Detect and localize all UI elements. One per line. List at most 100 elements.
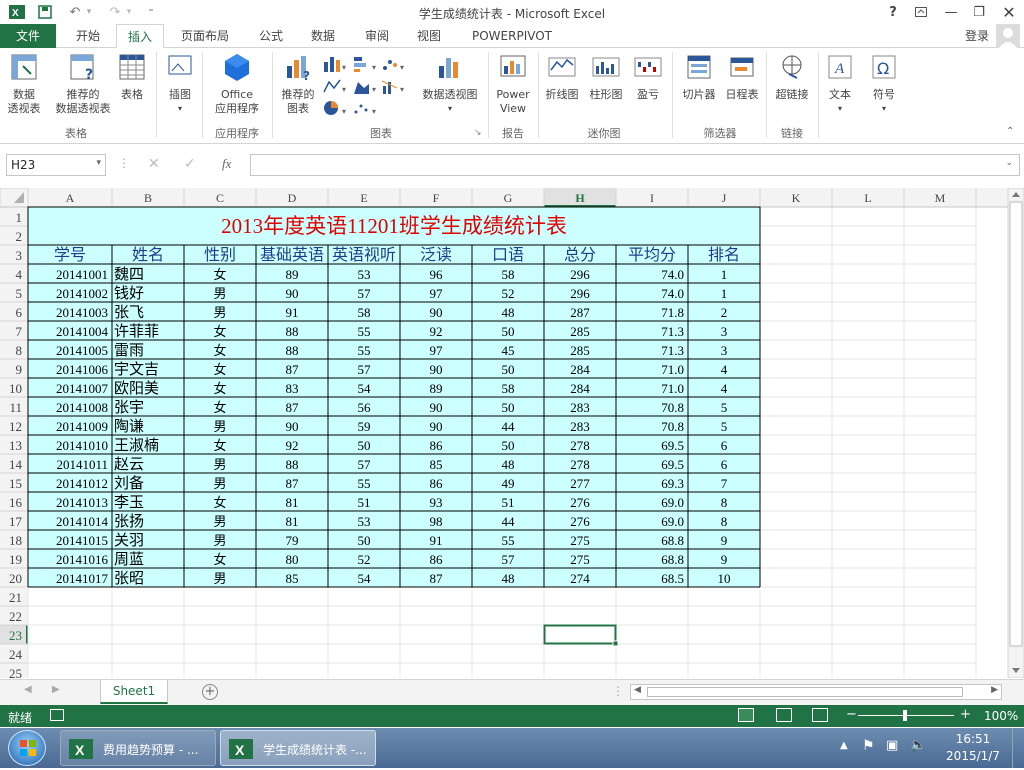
- row-header-18[interactable]: 18: [9, 533, 22, 548]
- table-cell[interactable]: 51: [502, 495, 515, 510]
- table-cell[interactable]: 56: [358, 400, 372, 415]
- table-cell[interactable]: 90: [430, 305, 443, 320]
- row-header-7[interactable]: 7: [16, 324, 23, 339]
- recommended-pivot-button[interactable]: ? 推荐的 数据透视表: [54, 52, 112, 116]
- table-cell[interactable]: 55: [358, 343, 371, 358]
- scroll-right-icon[interactable]: ▶: [991, 685, 998, 695]
- table-header-cell[interactable]: 学号: [54, 246, 86, 264]
- table-cell[interactable]: 欧阳美: [114, 380, 159, 397]
- row-header-3[interactable]: 3: [16, 248, 23, 263]
- normal-view-icon[interactable]: [738, 708, 754, 722]
- table-cell[interactable]: 278: [570, 457, 590, 472]
- table-header-cell[interactable]: 姓名: [132, 246, 164, 264]
- table-cell[interactable]: 3: [721, 343, 728, 358]
- table-cell[interactable]: 男: [213, 286, 226, 301]
- table-cell[interactable]: 49: [502, 476, 515, 491]
- table-cell[interactable]: 86: [430, 552, 444, 567]
- table-cell[interactable]: 6: [721, 438, 728, 453]
- table-cell[interactable]: 88: [286, 343, 299, 358]
- table-cell[interactable]: 97: [430, 343, 444, 358]
- row-header-25[interactable]: 25: [9, 666, 22, 678]
- table-cell[interactable]: 70.8: [661, 400, 684, 415]
- table-cell[interactable]: 20141010: [56, 438, 108, 453]
- table-cell[interactable]: 20141017: [56, 571, 109, 586]
- table-cell[interactable]: 70.8: [661, 419, 684, 434]
- area-chart-icon[interactable]: ▾: [352, 76, 380, 96]
- table-cell[interactable]: 女: [213, 324, 226, 339]
- table-cell[interactable]: 89: [286, 267, 299, 282]
- zoom-slider-thumb[interactable]: [903, 710, 907, 721]
- table-cell[interactable]: 275: [570, 552, 590, 567]
- row-header-19[interactable]: 19: [9, 552, 22, 567]
- table-cell[interactable]: 74.0: [661, 286, 684, 301]
- table-cell[interactable]: 69.5: [661, 457, 684, 472]
- table-cell[interactable]: 296: [570, 267, 590, 282]
- illustrations-button[interactable]: 插图 ▾: [162, 52, 198, 116]
- scroll-sheets-right-icon[interactable]: ▶: [52, 684, 60, 695]
- table-cell[interactable]: 90: [430, 419, 443, 434]
- minimize-button[interactable]: —: [938, 2, 964, 22]
- taskbar-item-budget[interactable]: X 费用趋势预算 - ...: [60, 730, 216, 766]
- table-cell[interactable]: 张扬: [114, 513, 144, 530]
- fill-handle[interactable]: [612, 640, 619, 647]
- table-cell[interactable]: 90: [286, 286, 299, 301]
- table-cell[interactable]: 52: [502, 286, 515, 301]
- table-cell[interactable]: 88: [286, 324, 299, 339]
- table-cell[interactable]: 50: [358, 438, 371, 453]
- tab-split-grip-icon[interactable]: ⋮: [612, 684, 624, 698]
- table-cell[interactable]: 93: [430, 495, 443, 510]
- login-link[interactable]: 登录: [962, 24, 992, 48]
- volume-icon[interactable]: 🔈: [910, 738, 926, 753]
- vertical-scroll-thumb[interactable]: [1009, 201, 1023, 647]
- table-cell[interactable]: 71.8: [661, 305, 684, 320]
- table-cell[interactable]: 20141003: [56, 305, 108, 320]
- pivot-chart-button[interactable]: 数据透视图 ▾: [418, 52, 482, 116]
- table-cell[interactable]: 284: [570, 362, 590, 377]
- tab-data[interactable]: 数据: [300, 24, 346, 48]
- ribbon-display-options-icon[interactable]: [908, 2, 934, 22]
- recommended-charts-button[interactable]: ? 推荐的 图表: [276, 52, 320, 116]
- table-cell[interactable]: 50: [502, 400, 515, 415]
- table-cell[interactable]: 90: [430, 362, 443, 377]
- row-header-10[interactable]: 10: [9, 381, 22, 396]
- table-cell[interactable]: 57: [502, 552, 516, 567]
- column-chart-icon[interactable]: ▾: [322, 54, 350, 74]
- table-cell[interactable]: 54: [358, 571, 372, 586]
- table-cell[interactable]: 79: [286, 533, 299, 548]
- restore-button[interactable]: ❐: [966, 2, 992, 22]
- column-header-i[interactable]: I: [650, 191, 654, 205]
- table-cell[interactable]: 20141001: [56, 267, 108, 282]
- table-cell[interactable]: 83: [286, 381, 299, 396]
- table-cell[interactable]: 1: [721, 267, 728, 282]
- row-header-21[interactable]: 21: [9, 590, 22, 605]
- table-cell[interactable]: 53: [358, 267, 371, 282]
- table-button[interactable]: 表格: [116, 52, 148, 102]
- table-cell[interactable]: 女: [213, 438, 226, 453]
- table-cell[interactable]: 刘备: [114, 475, 144, 492]
- scroll-left-icon[interactable]: ◀: [634, 685, 641, 695]
- column-header-j[interactable]: J: [722, 191, 727, 205]
- table-cell[interactable]: 陶谦: [114, 418, 144, 435]
- table-cell[interactable]: 女: [213, 552, 226, 567]
- table-cell[interactable]: 5: [721, 400, 728, 415]
- table-header-cell[interactable]: 性别: [204, 246, 236, 264]
- table-header-cell[interactable]: 排名: [708, 246, 740, 264]
- row-header-1[interactable]: 1: [16, 210, 23, 225]
- formula-input[interactable]: ⌄: [250, 154, 1020, 176]
- table-cell[interactable]: 男: [213, 571, 226, 586]
- table-cell[interactable]: 20141009: [56, 419, 108, 434]
- horizontal-scroll-thumb[interactable]: [647, 687, 963, 697]
- row-header-17[interactable]: 17: [9, 514, 23, 529]
- column-header-b[interactable]: B: [144, 191, 152, 205]
- table-cell[interactable]: 男: [213, 457, 226, 472]
- column-header-c[interactable]: C: [216, 191, 224, 205]
- sheet-title[interactable]: 2013年度英语11201班学生成绩统计表: [221, 214, 567, 238]
- worksheet-grid[interactable]: A B C D E F G H I J K L M 1 2 3 4 5 6 7 8 9 10 11 12 13 14 15 16 17 18…: [0, 188, 1024, 678]
- network-icon[interactable]: ▣: [886, 738, 898, 753]
- table-cell[interactable]: 87: [286, 362, 300, 377]
- scroll-sheets-left-icon[interactable]: ◀: [24, 684, 32, 695]
- table-cell[interactable]: 55: [358, 476, 371, 491]
- tab-home[interactable]: 开始: [64, 24, 112, 48]
- table-cell[interactable]: 53: [358, 514, 371, 529]
- row-header-11[interactable]: 11: [9, 400, 22, 415]
